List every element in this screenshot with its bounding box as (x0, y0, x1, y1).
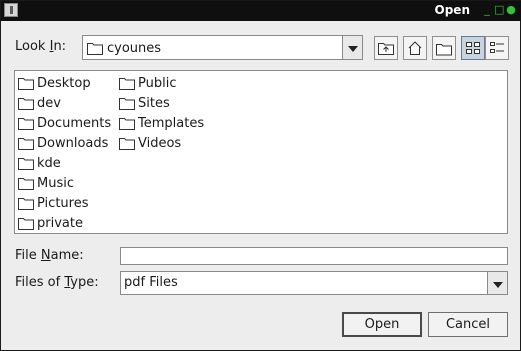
list-view-icon (466, 42, 480, 54)
minimize-icon[interactable]: _ (482, 4, 492, 16)
close-icon[interactable]: ● (506, 4, 516, 16)
folder-icon (18, 118, 34, 130)
open-dialog: Open _ □ ● Look In: cyounes Desktop dev … (0, 0, 521, 351)
file-name-input[interactable] (120, 247, 508, 265)
look-in-dropdown-arrow-icon[interactable] (342, 36, 362, 59)
folder-icon (18, 198, 34, 210)
folder-icon (18, 98, 34, 110)
folder-icon (119, 138, 135, 150)
look-in-label: Look In: (15, 39, 67, 54)
folder-icon (18, 138, 34, 150)
file-type-combo[interactable]: pdf Files (120, 271, 508, 295)
details-view-button[interactable] (485, 36, 509, 60)
look-in-value: cyounes (107, 41, 162, 56)
new-folder-icon (436, 44, 452, 56)
details-view-icon (490, 42, 504, 53)
folder-icon (87, 43, 103, 55)
folder-icon (119, 118, 135, 130)
java-app-icon[interactable] (4, 3, 18, 17)
folder-icon (18, 218, 34, 230)
home-button[interactable] (403, 36, 427, 60)
new-folder-button[interactable] (432, 36, 456, 60)
folder-icon (18, 158, 34, 170)
file-name-label: File Name: (15, 248, 84, 263)
folder-icon (18, 78, 34, 90)
home-icon (408, 41, 422, 55)
file-type-dropdown-arrow-icon[interactable] (487, 272, 507, 294)
cancel-button[interactable]: Cancel (428, 312, 508, 337)
folder-icon (18, 178, 34, 190)
file-type-value: pdf Files (124, 275, 178, 290)
up-one-level-button[interactable] (374, 36, 398, 60)
look-in-combo[interactable]: cyounes (82, 35, 363, 60)
file-list[interactable]: Desktop dev Documents Downloads kde Musi… (14, 70, 508, 234)
title-bar[interactable]: Open _ □ ● (1, 1, 521, 21)
up-one-level-icon (378, 43, 394, 55)
file-type-label: Files of Type: (15, 275, 99, 290)
maximize-icon[interactable]: □ (494, 4, 504, 16)
window-title: Open (434, 3, 470, 17)
list-view-button[interactable] (461, 36, 485, 60)
folder-icon (119, 98, 135, 110)
open-button[interactable]: Open (342, 312, 422, 337)
folder-icon (119, 78, 135, 90)
